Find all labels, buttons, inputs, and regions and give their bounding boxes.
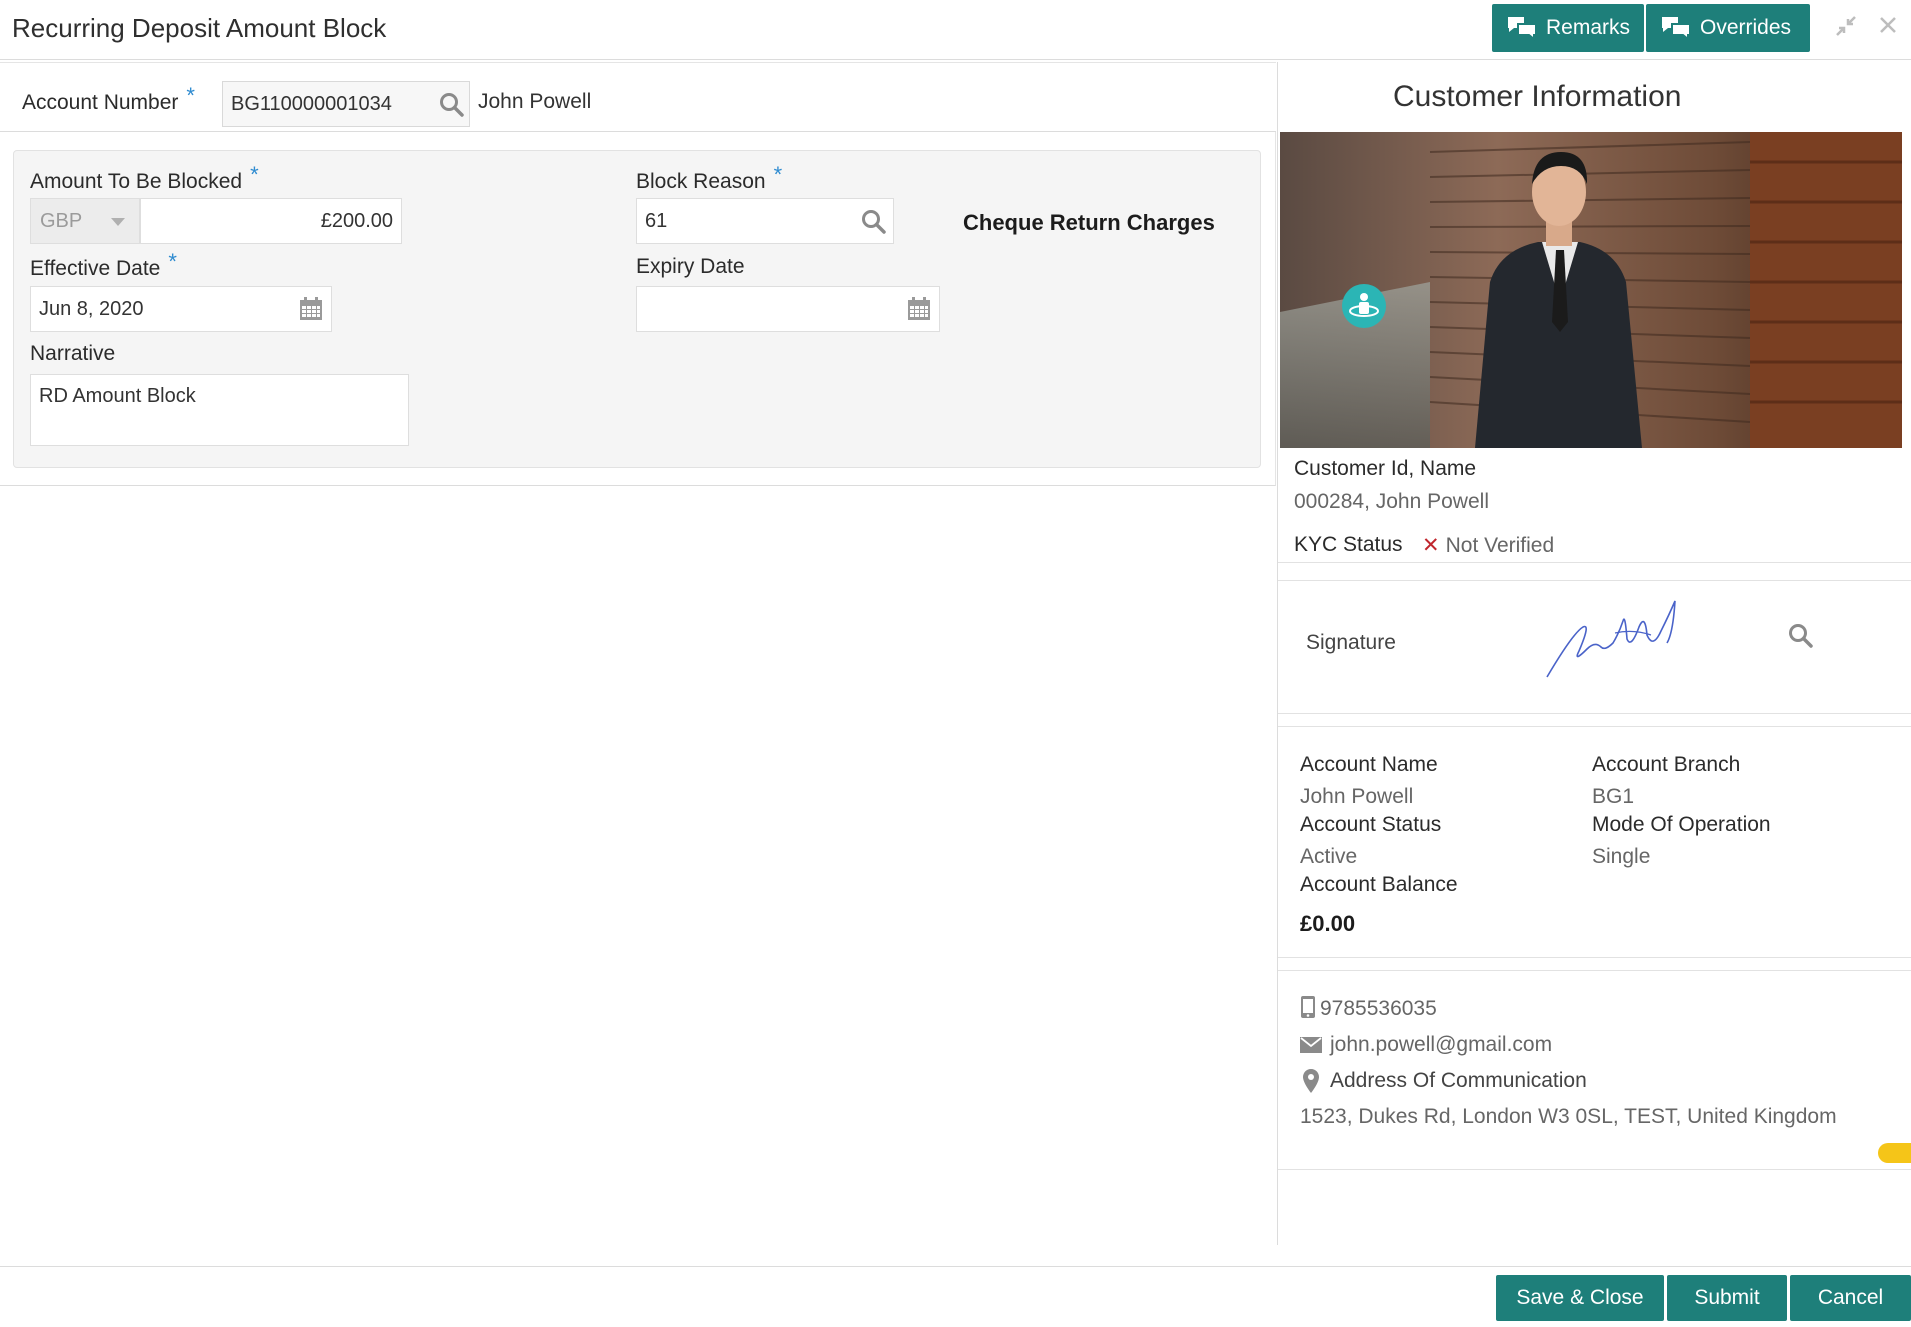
footer-bar: Save & Close Submit Cancel xyxy=(0,1266,1911,1327)
signature-section: Signature xyxy=(1278,580,1911,714)
effective-date-input[interactable] xyxy=(31,287,281,331)
account-number-label: Account Number * xyxy=(22,83,195,114)
divider xyxy=(1278,562,1911,563)
account-details-section: Account Name John Powell Account Status … xyxy=(1278,726,1911,958)
signature-label: Signature xyxy=(1306,631,1396,654)
overrides-button[interactable]: Overrides xyxy=(1646,4,1810,52)
search-icon[interactable] xyxy=(1788,623,1814,649)
narrative-input[interactable]: RD Amount Block xyxy=(31,375,408,445)
submit-button[interactable]: Submit xyxy=(1667,1275,1787,1321)
mobile-phone-icon xyxy=(1301,996,1315,1018)
address-label: Address Of Communication xyxy=(1330,1069,1587,1092)
close-icon[interactable] xyxy=(1874,14,1902,42)
calendar-icon[interactable] xyxy=(299,297,323,321)
customer-id-name-value: 000284, John Powell xyxy=(1294,490,1489,513)
phone-number: 9785536035 xyxy=(1320,997,1437,1020)
remarks-button[interactable]: Remarks xyxy=(1492,4,1644,52)
address-value: 1523, Dukes Rd, London W3 0SL, TEST, Uni… xyxy=(1300,1105,1837,1128)
search-icon[interactable] xyxy=(439,92,465,118)
close-icon: ✕ xyxy=(1422,534,1440,557)
account-status-label: Account Status xyxy=(1300,813,1442,836)
account-holder-name: John Powell xyxy=(478,90,592,113)
narrative-field: RD Amount Block xyxy=(30,374,409,446)
account-balance-value: £0.00 xyxy=(1300,911,1356,936)
email-address: john.powell@gmail.com xyxy=(1330,1033,1553,1056)
kyc-status-label: KYC Status xyxy=(1294,533,1403,556)
expiry-date-label: Expiry Date xyxy=(636,255,745,278)
amount-input[interactable] xyxy=(141,199,401,243)
currency-select[interactable]: GBP xyxy=(30,198,140,244)
effective-date-field xyxy=(30,286,332,332)
customer-info-title: Customer Information xyxy=(1393,80,1682,113)
block-reason-label: Block Reason * xyxy=(636,162,783,193)
account-status-value: Active xyxy=(1300,845,1358,868)
mode-of-operation-value: Single xyxy=(1592,845,1651,868)
search-icon[interactable] xyxy=(861,209,887,235)
account-name-label: Account Name xyxy=(1300,753,1438,776)
required-mark: * xyxy=(773,162,783,187)
person-rotate-icon xyxy=(1349,293,1379,317)
customer-photo xyxy=(1280,132,1902,448)
account-branch-value: BG1 xyxy=(1592,785,1635,808)
save-close-button[interactable]: Save & Close xyxy=(1496,1275,1664,1321)
amount-field xyxy=(140,198,402,244)
kyc-status-value: ✕ Not Verified xyxy=(1422,534,1555,557)
account-bar: Account Number* John Powell xyxy=(0,62,1276,132)
email-icon xyxy=(1300,1037,1322,1053)
signature-image xyxy=(1546,600,1676,678)
account-number-field xyxy=(222,81,470,127)
account-balance-label: Account Balance xyxy=(1300,873,1458,896)
expiry-date-field xyxy=(636,286,940,332)
account-name-value: John Powell xyxy=(1300,785,1414,808)
amount-label: Amount To Be Blocked * xyxy=(30,162,259,193)
calendar-icon[interactable] xyxy=(907,297,931,321)
chevron-down-icon xyxy=(111,218,125,226)
account-branch-label: Account Branch xyxy=(1592,753,1741,776)
minimize-icon[interactable] xyxy=(1832,14,1860,42)
required-mark: * xyxy=(250,162,259,187)
effective-date-label: Effective Date * xyxy=(30,249,177,280)
account-number-input[interactable] xyxy=(223,82,413,126)
location-pin-icon xyxy=(1303,1069,1319,1093)
contact-section: 9785536035 john.powell@gmail.com Address… xyxy=(1278,970,1911,1170)
remarks-label: Remarks xyxy=(1546,16,1631,39)
required-mark: * xyxy=(186,83,195,108)
collapse-toggle[interactable] xyxy=(1878,1143,1911,1163)
block-reason-field xyxy=(636,198,894,244)
narrative-label: Narrative xyxy=(30,342,116,365)
currency-value: GBP xyxy=(40,210,83,232)
overrides-label: Overrides xyxy=(1700,16,1792,39)
chat-bubbles-icon xyxy=(1662,17,1691,41)
title-bar: Recurring Deposit Amount Block Remarks O… xyxy=(0,0,1911,60)
customer-id-name-label: Customer Id, Name xyxy=(1294,457,1477,480)
required-mark: * xyxy=(168,249,177,274)
expiry-date-input[interactable] xyxy=(637,287,887,331)
customer-info-panel: Customer Information Customer Id, Name 0… xyxy=(1277,62,1911,1245)
chat-bubbles-icon xyxy=(1508,17,1537,41)
block-reason-description: Cheque Return Charges xyxy=(963,210,1215,235)
change-photo-button[interactable] xyxy=(1342,284,1386,328)
page-title: Recurring Deposit Amount Block xyxy=(12,13,387,43)
cancel-button[interactable]: Cancel xyxy=(1790,1275,1911,1321)
block-reason-input[interactable] xyxy=(637,199,837,243)
mode-of-operation-label: Mode Of Operation xyxy=(1592,813,1771,836)
